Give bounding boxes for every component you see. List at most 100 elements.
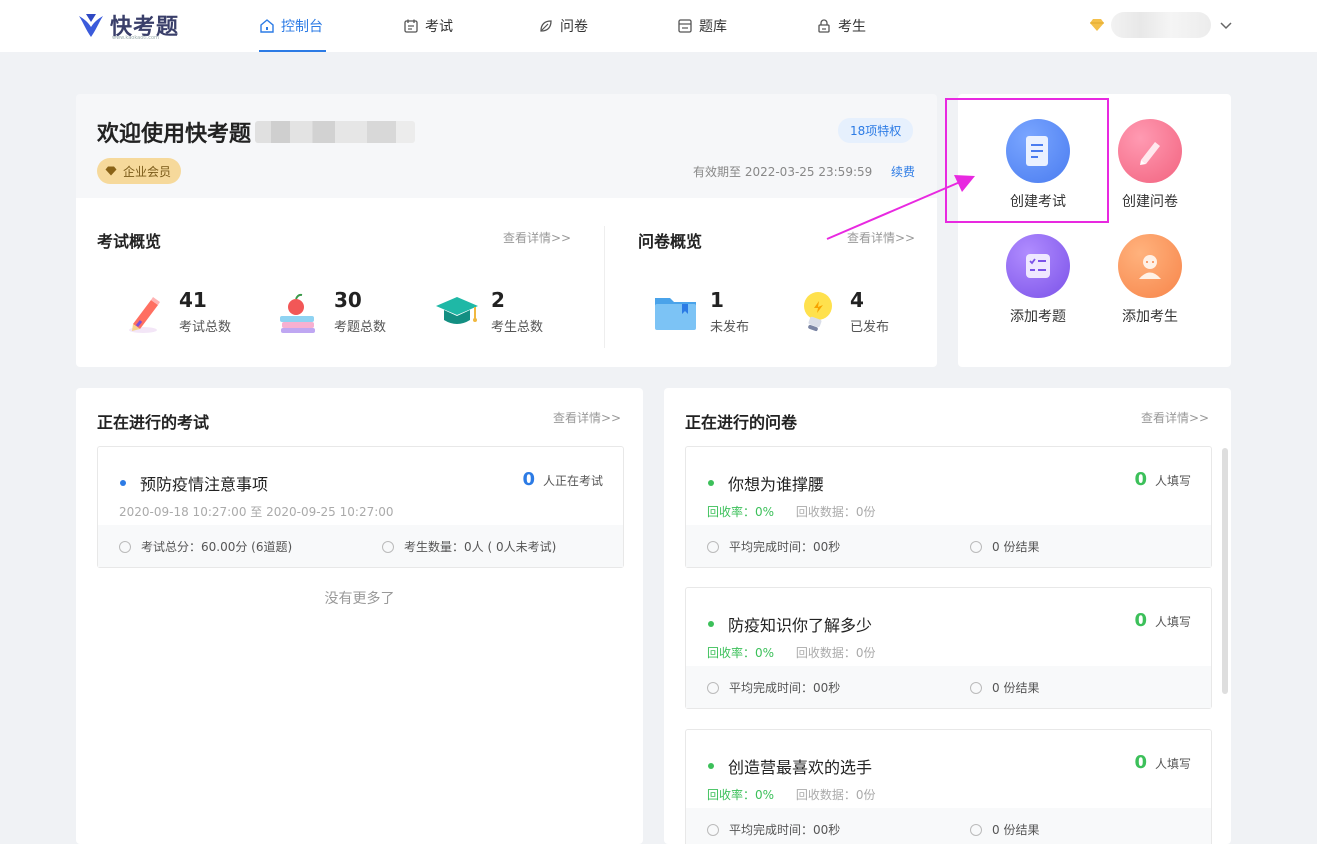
clock-icon <box>970 823 982 836</box>
folder-icon <box>655 298 696 330</box>
avg-time: 平均完成时间：00秒 <box>707 538 840 555</box>
stat-label: 未发布 <box>710 320 750 335</box>
user-icon <box>382 540 394 553</box>
stat-exam-total[interactable]: 41 考试总数 <box>121 288 231 336</box>
stat-label: 考生总数 <box>491 320 544 335</box>
quick-label: 添加考题 <box>1010 309 1066 325</box>
survey-count: 0 人填写 <box>1134 469 1191 490</box>
clock-icon <box>707 681 719 694</box>
stat-value: 41 <box>179 288 207 312</box>
create-survey-circle <box>1118 119 1182 183</box>
nav-label: 考生 <box>838 19 866 35</box>
nav-candidates[interactable]: 考生 <box>816 0 866 52</box>
avg-time: 平均完成时间：00秒 <box>707 679 840 696</box>
nav-exam[interactable]: 考试 <box>403 0 453 52</box>
survey-item-title: 你想为谁撑腰 <box>708 471 824 495</box>
create-survey-button[interactable]: 创建问卷 <box>1094 119 1206 211</box>
lock-user-icon <box>818 19 830 33</box>
exam-item-footer: 考试总分：60.00分 (6道题) 考生数量：0人 ( 0人未考试) <box>98 525 623 567</box>
member-badge: 企业会员 <box>97 158 182 184</box>
result-count-text: 0 份结果 <box>992 823 1040 837</box>
stat-question-total[interactable]: 30 考题总数 <box>276 288 386 336</box>
survey-stats: 回收率：0% 回收数据：0份 <box>707 644 876 661</box>
survey-stats: 回收率：0% 回收数据：0份 <box>707 786 876 803</box>
result-count-text: 0 份结果 <box>992 540 1040 554</box>
nav-label: 考试 <box>425 19 453 35</box>
books-apple-icon <box>280 293 315 333</box>
exam-item-title: 预防疫情注意事项 <box>120 471 268 495</box>
survey-title-text: 创造营最喜欢的选手 <box>728 758 873 777</box>
recovery-data: 回收数据：0份 <box>795 646 876 660</box>
privilege-badge[interactable]: 18项特权 <box>838 118 914 143</box>
stat-label: 考题总数 <box>334 320 387 335</box>
add-question-button[interactable]: 添加考题 <box>982 234 1094 326</box>
recovery-rate: 回收率：0% <box>707 646 775 660</box>
annotation-arrow <box>826 175 975 240</box>
exam-count: 0 人正在考试 <box>522 469 603 490</box>
diamond-icon <box>105 166 117 176</box>
avg-time-text: 平均完成时间：00秒 <box>729 540 841 554</box>
welcome-title: 欢迎使用快考题 <box>97 116 416 148</box>
add-candidate-button[interactable]: 添加考生 <box>1094 234 1206 326</box>
survey-list-scrollbar[interactable] <box>1222 448 1228 694</box>
count-value: 0 <box>1134 752 1147 773</box>
diamond-icon <box>1090 19 1104 31</box>
exam-candidates: 考生数量：0人 ( 0人未考试) <box>382 538 556 555</box>
clock-icon <box>707 823 719 836</box>
survey-stats: 回收率：0% 回收数据：0份 <box>707 503 876 520</box>
survey-item[interactable]: 防疫知识你了解多少 0 人填写 回收率：0% 回收数据：0份 平均完成时间：00… <box>685 587 1212 709</box>
avg-time-text: 平均完成时间：00秒 <box>729 823 841 837</box>
count-value: 0 <box>522 469 535 490</box>
nav-dashboard[interactable]: 控制台 <box>259 0 326 52</box>
recovery-data: 回收数据：0份 <box>795 505 876 519</box>
status-dot <box>708 763 714 769</box>
result-count: 0 份结果 <box>970 679 1039 696</box>
ongoing-surveys-title: 正在进行的问卷 <box>685 413 798 432</box>
nav-question-bank[interactable]: 题库 <box>677 0 727 52</box>
top-header: 快考题 www.kaokaoti.com 控制台 考试 问卷 题库 考生 <box>0 0 1317 52</box>
recovery-rate: 回收率：0% <box>707 788 775 802</box>
ongoing-exams-card: 正在进行的考试 查看详情>> 预防疫情注意事项 0 人正在考试 2020-09-… <box>76 388 643 844</box>
no-more-text: 没有更多了 <box>324 591 395 607</box>
nav-label: 题库 <box>699 19 727 35</box>
add-question-circle <box>1006 234 1070 298</box>
quick-label: 添加考生 <box>1122 309 1178 325</box>
chevron-down-icon <box>1220 22 1232 30</box>
survey-item-footer: 平均完成时间：00秒 0 份结果 <box>686 808 1211 844</box>
ongoing-exams-detail-link[interactable]: 查看详情>> <box>553 409 621 426</box>
survey-item-title: 创造营最喜欢的选手 <box>708 754 872 778</box>
exam-item[interactable]: 预防疫情注意事项 0 人正在考试 2020-09-18 10:27:00 至 2… <box>97 446 624 568</box>
stat-label: 考试总数 <box>179 320 232 335</box>
count-label: 人填写 <box>1154 474 1191 488</box>
clock-icon <box>970 681 982 694</box>
nav-label: 控制台 <box>281 19 323 35</box>
survey-count: 0 人填写 <box>1134 752 1191 773</box>
stat-candidate-total[interactable]: 2 考生总数 <box>433 288 543 336</box>
welcome-banner: 欢迎使用快考题 18项特权 企业会员 有效期至 2022-03-25 23:59… <box>76 94 937 198</box>
result-count: 0 份结果 <box>970 821 1039 838</box>
logo[interactable]: 快考题 www.kaokaoti.com <box>76 9 179 41</box>
main-nav: 控制台 考试 问卷 题库 考生 <box>259 0 866 52</box>
member-label: 企业会员 <box>123 164 172 179</box>
stat-unpublished[interactable]: 1 未发布 <box>652 288 749 336</box>
nav-survey[interactable]: 问卷 <box>538 0 588 52</box>
pencil-icon <box>129 297 160 333</box>
user-menu[interactable] <box>1089 12 1233 38</box>
exam-overview-title: 考试概览 <box>97 232 162 251</box>
logo-icon <box>79 14 103 37</box>
status-dot <box>708 621 714 627</box>
stat-published[interactable]: 4 已发布 <box>792 288 889 336</box>
survey-item-title: 防疫知识你了解多少 <box>708 612 872 636</box>
survey-item[interactable]: 创造营最喜欢的选手 0 人填写 回收率：0% 回收数据：0份 平均完成时间：00… <box>685 729 1212 844</box>
username-blurred <box>255 121 416 143</box>
exam-overview-detail-link[interactable]: 查看详情>> <box>503 229 571 246</box>
count-label: 人填写 <box>1154 757 1191 771</box>
avg-time: 平均完成时间：00秒 <box>707 821 840 838</box>
clock-icon <box>119 540 131 553</box>
user-icon <box>1139 255 1161 279</box>
survey-item[interactable]: 你想为谁撑腰 0 人填写 回收率：0% 回收数据：0份 平均完成时间：00秒 0… <box>685 446 1212 568</box>
status-dot <box>708 480 714 486</box>
survey-title-text: 防疫知识你了解多少 <box>728 616 873 635</box>
count-value: 0 <box>1134 610 1147 631</box>
ongoing-surveys-detail-link[interactable]: 查看详情>> <box>1141 409 1209 426</box>
